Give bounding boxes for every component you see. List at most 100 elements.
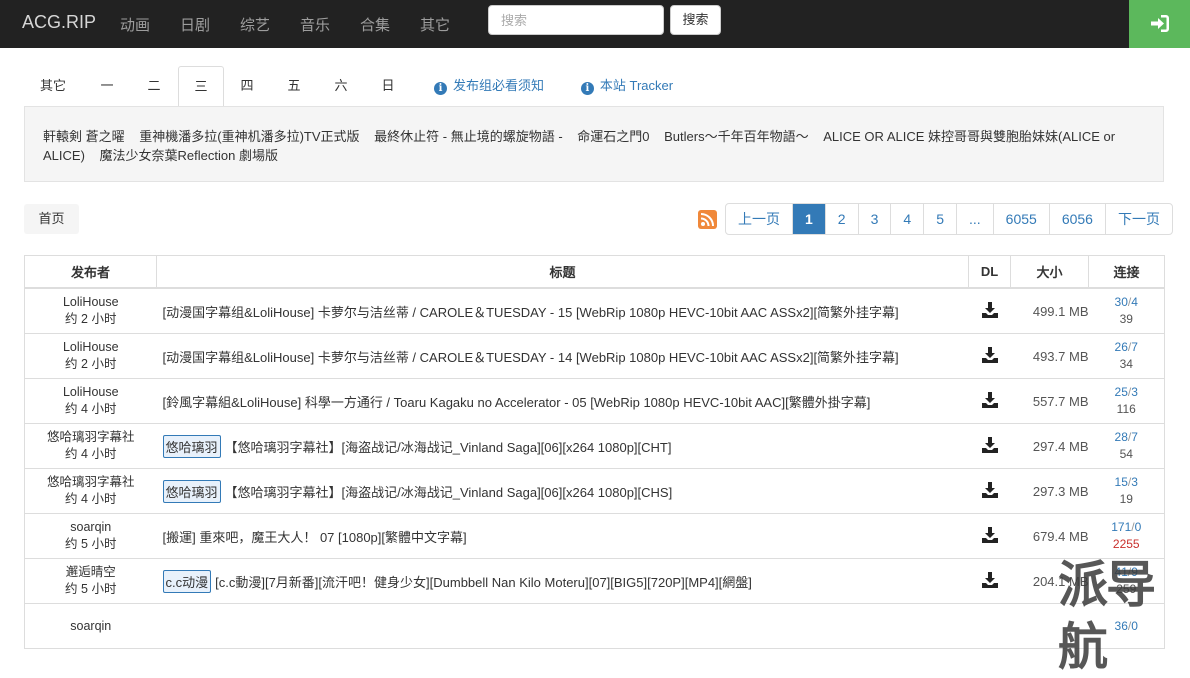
col-header-publisher: 发布者: [24, 255, 157, 289]
sign-in-icon: [1151, 15, 1169, 32]
table-header-row: 发布者 标题 DL 大小 连接: [24, 255, 1165, 289]
resource-title[interactable]: 【悠哈璃羽字幕社】[海盗战记/冰海战记_Vinland Saga][06][x2…: [225, 485, 673, 500]
size-cell: 557.7 MB: [1010, 378, 1089, 424]
download-icon[interactable]: [981, 301, 998, 321]
page-1[interactable]: 1: [792, 204, 825, 234]
download-icon[interactable]: [981, 571, 998, 591]
seeders-count: 28: [1114, 430, 1128, 444]
table-row: LoliHouse 约 2 小时 [动漫国字幕组&LoliHouse] 卡萝尔与…: [24, 333, 1165, 379]
tab-monday[interactable]: 一: [84, 66, 130, 106]
publisher-name[interactable]: soarqin: [25, 618, 157, 635]
download-icon[interactable]: [981, 526, 998, 546]
breadcrumb[interactable]: 首页: [24, 204, 79, 234]
tab-friday[interactable]: 五: [271, 66, 317, 106]
leechers-count: 3: [1131, 385, 1138, 399]
team-tag[interactable]: 悠哈璃羽: [162, 434, 221, 458]
publisher-name[interactable]: 悠哈璃羽字幕社: [25, 474, 157, 491]
login-button[interactable]: [1129, 0, 1190, 48]
publisher-cell: soarqin: [24, 603, 157, 649]
tab-tracker-label: 本站 Tracker: [599, 78, 674, 93]
title-cell: [动漫国字幕组&LoliHouse] 卡萝尔与洁丝蒂 / CAROLE＆TUES…: [156, 333, 969, 379]
page-6056[interactable]: 6056: [1048, 204, 1105, 234]
publisher-name[interactable]: LoliHouse: [25, 384, 157, 401]
col-header-title: 标题: [156, 255, 969, 289]
publisher-name[interactable]: LoliHouse: [25, 294, 157, 311]
conn-cell: 28/7 54: [1088, 423, 1165, 469]
nav-link-drama[interactable]: 日剧: [180, 14, 210, 35]
schedule-item[interactable]: 命運石之門0: [577, 129, 649, 144]
tab-notice-label: 发布组必看须知: [452, 78, 544, 93]
publisher-cell: LoliHouse 约 2 小时: [24, 333, 157, 379]
team-tag[interactable]: 悠哈璃羽: [162, 479, 221, 503]
top-navbar: ACG.RIP 动画 日剧 综艺 音乐 合集 其它 搜索: [0, 0, 1190, 48]
seeders-count: 26: [1114, 340, 1128, 354]
col-header-size: 大小: [1010, 255, 1089, 289]
seeders-count: 25: [1114, 385, 1128, 399]
schedule-item[interactable]: 重神機潘多拉(重神机潘多拉)TV正式版: [139, 129, 359, 144]
publisher-name[interactable]: 悠哈璃羽字幕社: [25, 429, 157, 446]
tab-sunday[interactable]: 日: [365, 66, 411, 106]
tab-thursday[interactable]: 四: [224, 66, 270, 106]
resource-title[interactable]: 【悠哈璃羽字幕社】[海盗战记/冰海战记_Vinland Saga][06][x2…: [225, 440, 672, 455]
download-icon[interactable]: [981, 481, 998, 501]
resource-title[interactable]: [搬運] 重來吧，魔王大人！ 07 [1080p][繁體中文字幕]: [163, 530, 467, 545]
download-icon[interactable]: [981, 391, 998, 411]
tab-other[interactable]: 其它: [24, 66, 82, 106]
page-next[interactable]: 下一页: [1104, 204, 1172, 234]
search-button[interactable]: 搜索: [670, 5, 721, 35]
dl-cell: [968, 558, 1011, 604]
rss-icon[interactable]: [698, 210, 717, 229]
resource-title[interactable]: [c.c動漫][7月新番][流汗吧！健身少女][Dumbbell Nan Kil…: [215, 575, 752, 590]
dl-cell: [968, 333, 1011, 379]
completed-count: 34: [1119, 357, 1133, 371]
nav-link-collection[interactable]: 合集: [360, 14, 390, 35]
download-icon[interactable]: [981, 436, 998, 456]
tab-notice[interactable]: i 发布组必看须知: [430, 66, 548, 106]
publish-time: 约 5 小时: [65, 582, 117, 596]
page-prev[interactable]: 上一页: [726, 204, 792, 234]
publish-time: 约 2 小时: [65, 357, 117, 371]
schedule-item[interactable]: 魔法少女奈葉Reflection 劇場版: [100, 148, 278, 163]
schedule-item[interactable]: 最終休止符 - 無止境的螺旋物語 -: [374, 129, 563, 144]
col-header-dl: DL: [968, 255, 1011, 289]
nav-link-music[interactable]: 音乐: [300, 14, 330, 35]
page-6055[interactable]: 6055: [992, 204, 1049, 234]
title-cell: c.c动漫 [c.c動漫][7月新番][流汗吧！健身少女][Dumbbell Na…: [156, 558, 969, 604]
leechers-count: 7: [1131, 430, 1138, 444]
resource-title[interactable]: [鈴風字幕組&LoliHouse] 科學一方通行 / Toaru Kagaku …: [163, 395, 871, 410]
page-3[interactable]: 3: [857, 204, 891, 234]
publish-time: 约 4 小时: [65, 402, 117, 416]
nav-link-variety[interactable]: 综艺: [240, 14, 270, 35]
conn-cell: 30/4 39: [1088, 287, 1165, 334]
dl-cell: [968, 378, 1011, 424]
publisher-cell: 邂逅晴空 约 5 小时: [24, 558, 157, 604]
tab-saturday[interactable]: 六: [318, 66, 364, 106]
title-cell: [鈴風字幕組&LoliHouse] 科學一方通行 / Toaru Kagaku …: [156, 378, 969, 424]
page-2[interactable]: 2: [824, 204, 858, 234]
dl-cell: [968, 287, 1011, 334]
publisher-name[interactable]: soarqin: [25, 519, 157, 536]
publisher-cell: LoliHouse 约 2 小时: [24, 287, 157, 334]
site-brand[interactable]: ACG.RIP: [22, 12, 96, 33]
download-icon[interactable]: [981, 346, 998, 366]
leechers-count: 3: [1131, 475, 1138, 489]
nav-link-anime[interactable]: 动画: [120, 14, 150, 35]
publisher-name[interactable]: 邂逅晴空: [25, 564, 157, 581]
nav-link-other[interactable]: 其它: [420, 14, 450, 35]
publish-time: 约 4 小时: [65, 447, 117, 461]
page-4[interactable]: 4: [890, 204, 923, 234]
resource-title[interactable]: [动漫国字幕组&LoliHouse] 卡萝尔与洁丝蒂 / CAROLE＆TUES…: [163, 350, 899, 365]
schedule-item[interactable]: Butlers～千年百年物語～: [664, 129, 808, 144]
tab-wednesday[interactable]: 三: [178, 66, 224, 107]
tab-tracker[interactable]: i 本站 Tracker: [577, 66, 677, 106]
tab-tuesday[interactable]: 二: [131, 66, 177, 106]
schedule-item[interactable]: 軒轅剣 蒼之曜: [43, 129, 125, 144]
publisher-name[interactable]: LoliHouse: [25, 339, 157, 356]
page-5[interactable]: 5: [923, 204, 956, 234]
publisher-cell: 悠哈璃羽字幕社 约 4 小时: [24, 423, 157, 469]
conn-cell: 15/3 19: [1088, 468, 1165, 514]
leechers-count: 0: [1131, 618, 1138, 633]
team-tag[interactable]: c.c动漫: [162, 569, 212, 593]
search-input[interactable]: [488, 5, 664, 35]
resource-title[interactable]: [动漫国字幕组&LoliHouse] 卡萝尔与洁丝蒂 / CAROLE＆TUES…: [163, 305, 899, 320]
